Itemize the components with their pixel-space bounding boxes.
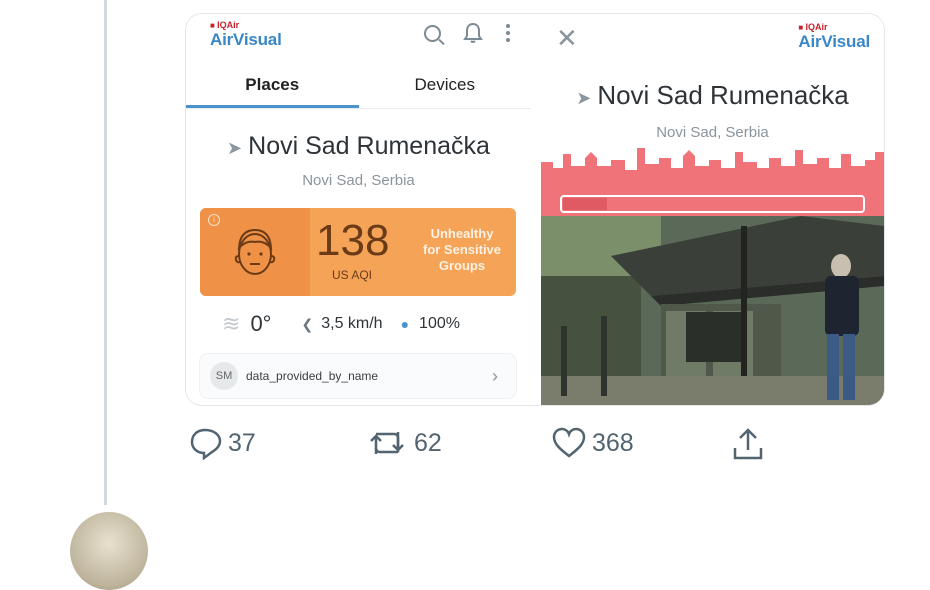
weather-icon: ≋	[222, 311, 240, 336]
aqi-level-line2: for Sensitive	[422, 242, 502, 257]
more-vertical-icon[interactable]	[505, 23, 511, 43]
provider-name: data_provided_by_name	[246, 369, 379, 383]
iqair-logo: IQAir AirVisual	[210, 20, 282, 50]
tweet-media-card[interactable]: IQAir AirVisual Places Devices ➤Novi Sad…	[186, 14, 884, 405]
reply-count: 37	[228, 428, 256, 457]
app-screenshot-main[interactable]: IQAir AirVisual Places Devices ➤Novi Sad…	[186, 14, 531, 405]
next-tweet-avatar[interactable]	[70, 512, 148, 590]
detail-location-title: ➤ Novi Sad Rumenačka	[541, 80, 884, 111]
location-title: ➤ Novi Sad Rumenačka	[186, 132, 531, 161]
aqi-level-line1: Unhealthy	[430, 226, 494, 241]
bell-icon[interactable]	[463, 22, 483, 44]
location-arrow-icon: ➤	[227, 138, 243, 158]
reply-button[interactable]: 37	[188, 426, 256, 460]
close-icon[interactable]: ✕	[556, 24, 578, 52]
iqair-logo-detail: IQAir AirVisual	[798, 22, 870, 52]
humidity: 100%	[419, 315, 460, 332]
aqi-level-line3: Groups	[438, 258, 486, 273]
aqi-value: 138	[316, 216, 390, 265]
tab-places[interactable]: Places	[186, 66, 359, 108]
aqi-unit: US AQI	[332, 268, 373, 282]
aqi-card[interactable]: i 138 US AQI Unhealthy for Sensitive Gro…	[200, 208, 516, 296]
location-region: Novi Sad, Serbia	[302, 172, 415, 189]
brand-large-detail: AirVisual	[798, 32, 870, 51]
reply-icon	[190, 428, 222, 460]
chevron-right-icon: ›	[492, 365, 498, 386]
skyline-illustration	[541, 148, 884, 216]
droplet-icon: ●	[400, 316, 410, 332]
like-icon	[552, 427, 586, 458]
temperature: 0°	[250, 311, 272, 336]
wind-speed: 3,5 km/h	[321, 315, 383, 332]
like-button[interactable]: 368	[550, 426, 634, 460]
tab-bar: Places Devices	[186, 66, 531, 109]
provider-avatar: SM	[210, 362, 238, 390]
location-name: Novi Sad Rumenačka	[248, 132, 490, 160]
retweet-button[interactable]: 62	[366, 426, 442, 460]
aqi-face-panel: i	[200, 208, 310, 296]
search-icon[interactable]	[424, 24, 441, 42]
tab-devices[interactable]: Devices	[359, 66, 532, 108]
data-provider-row[interactable]: SM data_provided_by_name ›	[200, 354, 516, 398]
share-icon	[733, 428, 763, 460]
brand-large: AirVisual	[210, 30, 282, 49]
app-screenshot-detail[interactable]: ✕ IQAir AirVisual ➤Novi Sad Rumenačka No…	[541, 14, 884, 405]
aqi-level: Unhealthy for Sensitive Groups	[412, 226, 512, 274]
weather-stats: ≋ 0° ❮ 3,5 km/h ● 100%	[200, 302, 516, 346]
info-icon[interactable]: i	[208, 214, 220, 226]
like-count: 368	[592, 428, 634, 457]
retweet-count: 62	[414, 428, 442, 457]
terrace-photo	[541, 216, 884, 405]
retweet-icon	[370, 432, 404, 454]
location-arrow-icon: ➤	[576, 88, 592, 108]
share-button[interactable]	[730, 426, 770, 462]
detail-location-name: Novi Sad Rumenačka	[597, 80, 849, 110]
tweet-action-bar: 37 62 368	[0, 426, 930, 466]
wind-icon: ❮	[301, 315, 314, 332]
